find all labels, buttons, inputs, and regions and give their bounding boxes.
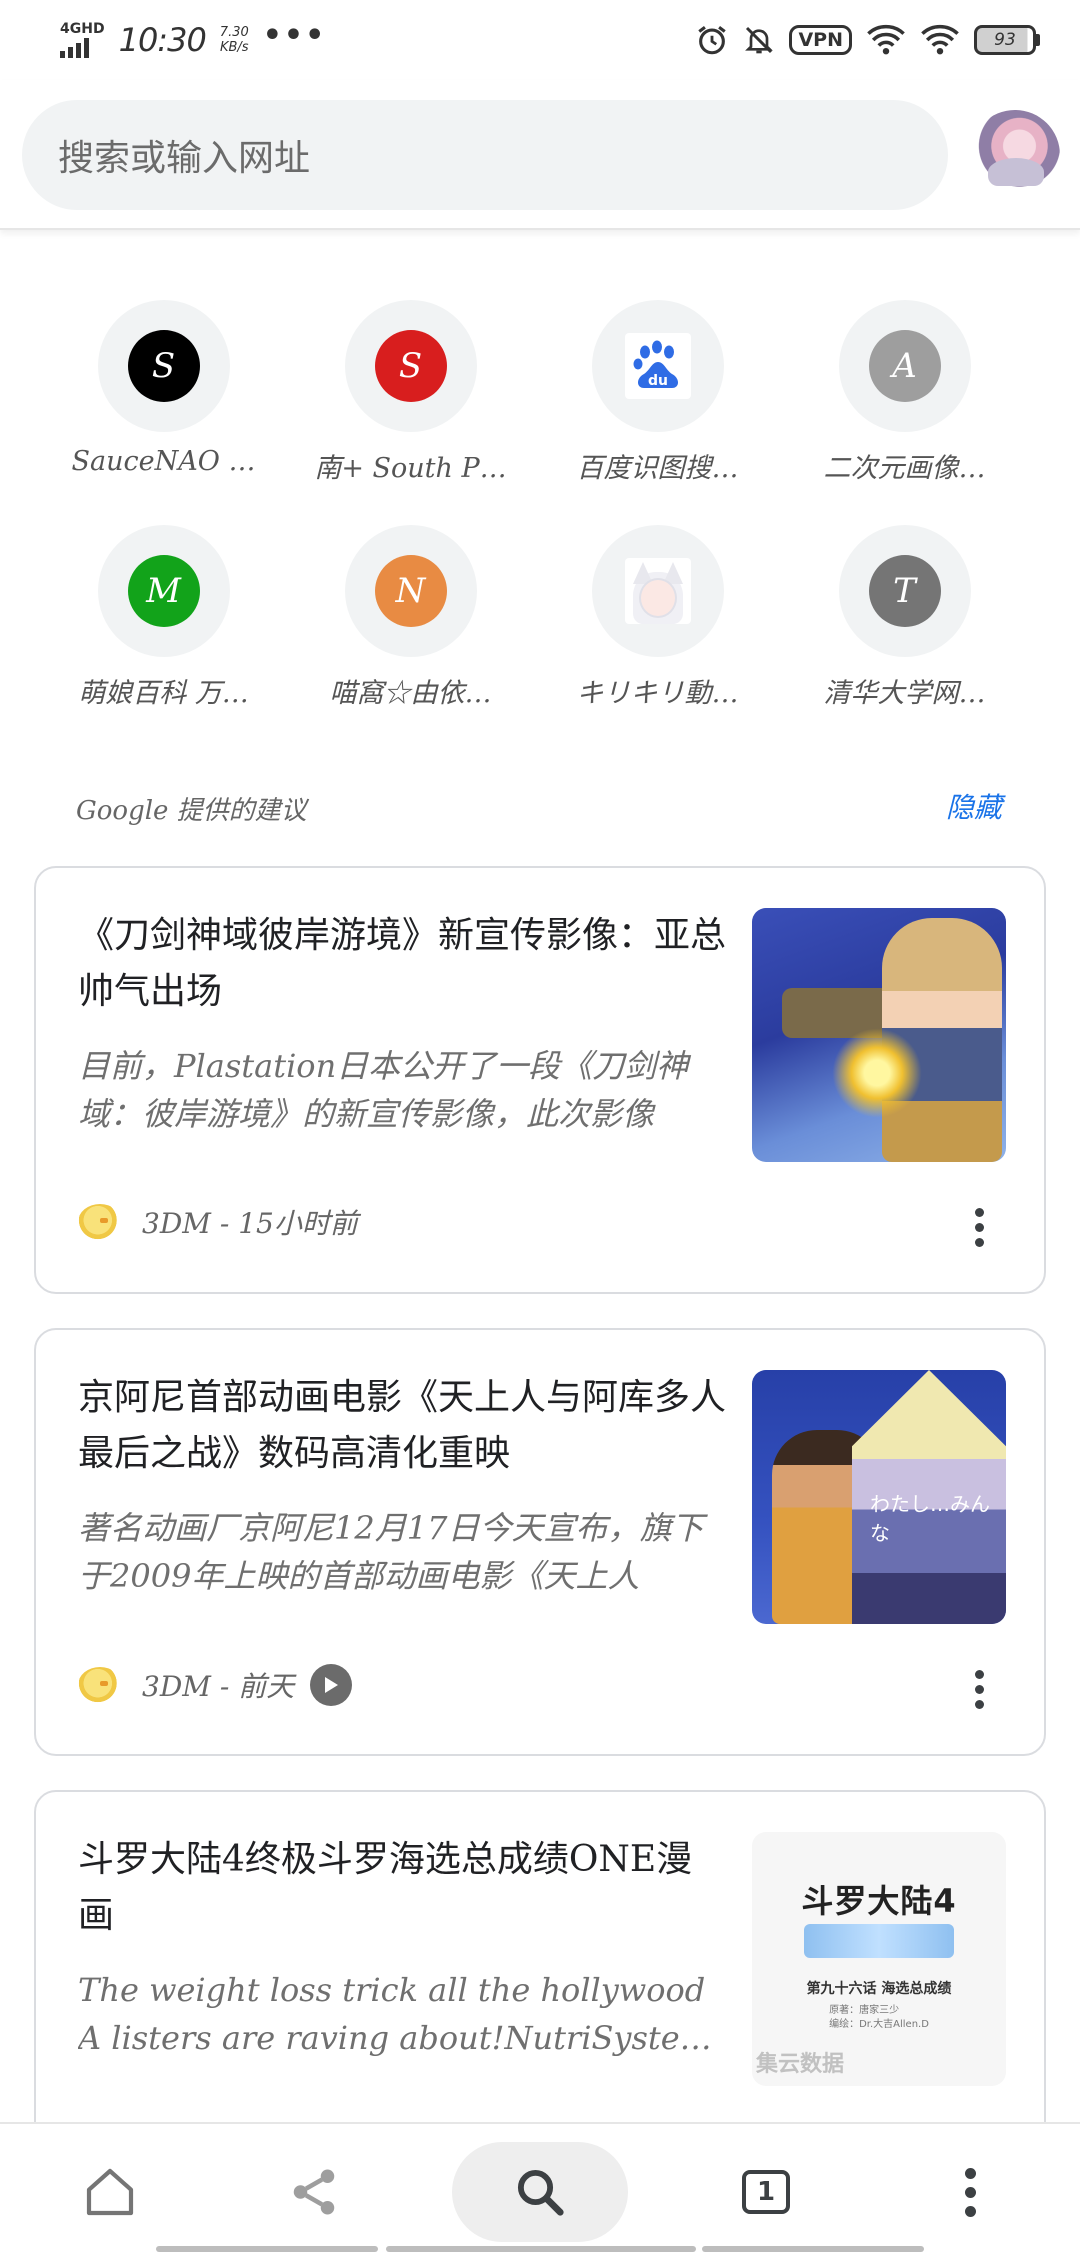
shortcut-moegirl[interactable]: M 萌娘百科 万… (40, 525, 287, 710)
video-play-icon (310, 1664, 353, 1706)
source-logo-icon (78, 1667, 122, 1703)
shortcut-label: 百度识图搜… (576, 453, 739, 484)
battery-icon: 93 (974, 25, 1040, 55)
tab-count-icon: 1 (742, 2170, 790, 2214)
cellular-signal: 4GHD (60, 22, 105, 58)
hide-suggestions-button[interactable]: 隐藏 (946, 786, 1002, 826)
shortcut-south-plus[interactable]: S 南+ South P… (287, 300, 534, 485)
thumbnail-logo: 斗罗大陆4 (801, 1882, 957, 1920)
shortcut-letter-icon: A (868, 330, 941, 402)
card-source: 3DM - 前天 (78, 1664, 353, 1706)
suggestions-title: Google 提供的建议 (76, 796, 307, 826)
bell-muted-icon (745, 26, 774, 54)
svg-text:du: du (648, 373, 668, 389)
source-logo-icon (78, 1204, 122, 1240)
shortcut-label: 清华大学网… (823, 678, 986, 709)
network-type: 4GHD (60, 21, 105, 37)
wifi-icon-secondary (921, 24, 959, 55)
shortcut-tsinghua[interactable]: T 清华大学网… (781, 525, 1028, 710)
search-input[interactable]: 搜索或输入网址 (22, 100, 948, 210)
shortcut-letter-icon: S (127, 330, 200, 402)
menu-button[interactable] (930, 2142, 1010, 2242)
card-snippet: 目前，Plastation日本公开了一段《刀剑神域：彼岸游境》的新宣传影像，此次… (78, 1047, 689, 1133)
thumbnail-chapter: 第九十六话 海选总成绩 (806, 1981, 952, 1997)
search-icon (517, 2169, 564, 2216)
search-header: 搜索或输入网址 (0, 80, 1080, 230)
card-title: 京阿尼首部动画电影《天上人与阿库多人最后之战》数码高清化重映 (78, 1377, 727, 1474)
account-avatar[interactable] (970, 110, 1060, 200)
card-title: 《刀剑神域彼岸游境》新宣传影像：亚总帅气出场 (78, 915, 727, 1012)
status-bar: 4GHD 10:30 7.30 KB/s ••• VPN 93 (0, 0, 1080, 80)
thumbnail-credits: 原著：唐家三少 编绘：Dr.大吉Allen.D (829, 2005, 929, 2030)
network-speed: 7.30 KB/s (219, 25, 249, 55)
card-thumbnail (752, 908, 1006, 1162)
fox-girl-icon (624, 558, 691, 624)
search-placeholder: 搜索或输入网址 (58, 138, 311, 179)
shortcut-letter-icon: T (868, 555, 941, 627)
card-thumbnail: わたし…みんな (752, 1370, 1006, 1624)
card-title: 斗罗大陆4终极斗罗海选总成绩ONE漫画 (78, 1839, 693, 1936)
shortcut-baidu-image[interactable]: du 百度识图搜… (534, 300, 781, 485)
card-source-text: 3DM - 前天 (142, 1670, 295, 1703)
shortcut-label: キリキリ動… (576, 678, 739, 709)
share-button[interactable] (272, 2142, 356, 2242)
search-button[interactable] (452, 2142, 628, 2242)
card-source-text: 3DM - 15小时前 (142, 1207, 358, 1240)
card-source: 3DM - 15小时前 (78, 1202, 358, 1242)
alarm-icon (698, 26, 727, 55)
card-snippet: The weight loss trick all the hollywood … (78, 1971, 711, 2057)
thumbnail-text: わたし…みんな (870, 1492, 990, 1545)
shortcut-label: SauceNAO … (71, 446, 256, 477)
shortcut-grid: S SauceNAO … S 南+ South P… du 百度识图搜… A 二… (40, 300, 1040, 710)
shortcut-label: 南+ South P… (314, 453, 507, 484)
card-more-icon[interactable] (975, 1670, 984, 1709)
notification-overflow: ••• (262, 17, 327, 53)
vpn-indicator: VPN (789, 25, 852, 55)
shortcut-letter-icon: N (374, 555, 447, 627)
share-icon (293, 2169, 335, 2215)
news-card[interactable]: 《刀剑神域彼岸游境》新宣传影像：亚总帅气出场 目前，Plastation日本公开… (34, 866, 1046, 1294)
tabs-button[interactable]: 1 (724, 2142, 808, 2242)
signal-bars-icon (60, 38, 89, 58)
card-more-icon[interactable] (975, 1208, 984, 1247)
thumbnail-watermark: 集云数据 (756, 2052, 845, 2077)
shortcut-saucenao[interactable]: S SauceNAO … (40, 300, 287, 485)
gesture-bar (156, 2246, 378, 2252)
gesture-bar (386, 2246, 696, 2252)
battery-level: 93 (974, 25, 1036, 55)
more-vert-icon (964, 2167, 976, 2217)
shortcut-kirikiri[interactable]: キリキリ動… (534, 525, 781, 710)
card-thumbnail: 斗罗大陆4 第九十六话 海选总成绩 原著：唐家三少 编绘：Dr.大吉Allen.… (752, 1832, 1006, 2086)
bottom-navigation: 1 (0, 2122, 1080, 2256)
gesture-bar (702, 2246, 924, 2252)
shortcut-letter-icon: S (374, 330, 447, 402)
shortcut-letter-icon: M (127, 555, 200, 627)
shortcut-label: 二次元画像… (823, 453, 986, 484)
shortcut-label: 萌娘百科 万… (78, 678, 249, 709)
clock: 10:30 (118, 21, 207, 59)
shortcut-miaowo[interactable]: N 喵窩☆由依… (287, 525, 534, 710)
home-button[interactable] (68, 2142, 152, 2242)
news-card[interactable]: 京阿尼首部动画电影《天上人与阿库多人最后之战》数码高清化重映 著名动画厂京阿尼1… (34, 1328, 1046, 1756)
home-icon (86, 2168, 134, 2216)
wifi-icon (867, 24, 905, 55)
shortcut-anime-image[interactable]: A 二次元画像… (781, 300, 1028, 485)
shortcut-label: 喵窩☆由依… (329, 678, 492, 709)
baidu-icon: du (624, 333, 691, 399)
card-snippet: 著名动画厂京阿尼12月17日今天宣布，旗下于2009年上映的首部动画电影《天上人 (78, 1509, 704, 1595)
